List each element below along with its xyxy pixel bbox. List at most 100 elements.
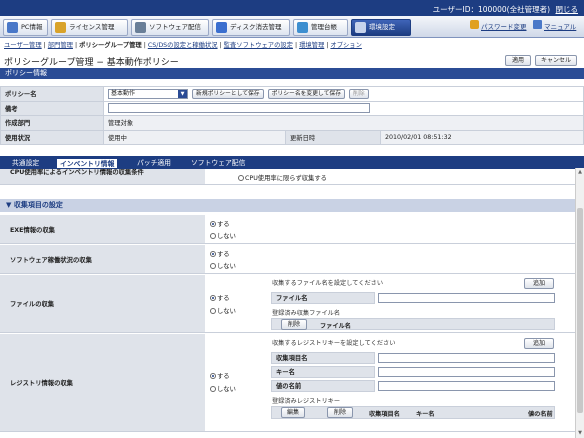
file-no-radio[interactable]: しない (210, 306, 236, 315)
menu-tab-pc-info[interactable]: PC情報 (3, 19, 48, 36)
close-link[interactable]: 閉じる (556, 4, 579, 15)
registry-collect-label: レジストリ情報の収集 (0, 334, 205, 431)
policy-name-label: ポリシー名 (0, 86, 104, 102)
exe-no-radio[interactable]: しない (210, 231, 236, 240)
file-row: ファイルの収集 する しない 収集するファイル名を設定してください 追加 ファイ… (0, 275, 575, 333)
cpu-condition-row: CPU使用率によるインベントリ情報の収集条件 CPU使用率に限らず収集する (0, 169, 575, 185)
dept-label: 作成部門 (0, 115, 104, 131)
nav-environment-management[interactable]: 環境管理 (299, 42, 324, 49)
registry-item-label: 収集項目名 (271, 352, 375, 364)
updated-value: 2010/02/01 08:51:32 (380, 129, 584, 146)
file-collect-label: ファイルの収集 (0, 275, 205, 332)
settings-tabbar: 共通設定 インベントリ情報 パッチ適用 ソフトウェア配信 (0, 156, 584, 168)
file-name-label: ファイル名 (271, 292, 375, 304)
tab-patch[interactable]: パッチ適用 (134, 158, 174, 168)
menu-tab-license[interactable]: ライセンス管理 (51, 19, 128, 36)
file-list-header (271, 318, 555, 330)
registry-item-input[interactable] (378, 353, 555, 363)
policy-name-select[interactable]: 基本動作 ▼ (108, 88, 188, 99)
dept-value: 管理対象 (103, 115, 584, 131)
user-id-label: ユーザーID：100000(全社管理者) (432, 5, 550, 14)
nav-cs-ds-settings[interactable]: CS/DSの設定と稼働状況 (148, 42, 218, 49)
status-label: 使用状況 (0, 129, 104, 146)
tab-inventory[interactable]: インベントリ情報 (56, 158, 119, 168)
registry-no-radio[interactable]: しない (210, 384, 236, 393)
chevron-down-icon: ▼ (178, 89, 187, 98)
registry-item-column: 収集項目名 (369, 411, 400, 418)
note-label: 備考 (0, 100, 104, 117)
disk-icon (216, 22, 227, 33)
cpu-condition-label: CPU使用率によるインベントリ情報の収集条件 (0, 169, 205, 184)
exe-yes-radio[interactable]: する (210, 219, 230, 228)
software-yes-radio[interactable]: する (210, 249, 230, 258)
menu-tab-software-delivery[interactable]: ソフトウェア配信 (131, 19, 209, 36)
registry-value-column: 値の名前 (528, 411, 553, 418)
scroll-up-icon[interactable]: ▲ (577, 169, 583, 176)
nav-audit-software[interactable]: 監査ソフトウェアの設定 (224, 42, 293, 49)
exe-row: EXE情報の収集 する しない (0, 215, 575, 244)
menu-tab-ledger[interactable]: 管理台帳 (293, 19, 348, 36)
cpu-any-radio[interactable]: CPU使用率に限らず収集する (238, 173, 327, 182)
registry-key-label: キー名 (271, 366, 375, 378)
registry-registered-label: 登録済みレジストリキー (272, 398, 341, 405)
menu-tab-disk-erase[interactable]: ディスク消去管理 (212, 19, 290, 36)
manual-link[interactable]: マニュアル (544, 21, 576, 31)
sub-navigation: ユーザー管理 | 部門管理 | ポリシーグループ管理 | CS/DSの設定と稼働… (4, 42, 362, 49)
main-menu-bar: PC情報 ライセンス管理 ソフトウェア配信 ディスク消去管理 管理台帳 環境設定… (0, 16, 584, 38)
page-title: ポリシーグループ管理 − 基本動作ポリシー (4, 58, 179, 68)
software-status-label: ソフトウェア稼働状況の収集 (0, 245, 205, 273)
registry-hint: 収集するレジストリキーを設定してください (272, 340, 396, 347)
cancel-button[interactable]: キャンセル (535, 55, 577, 66)
nav-user-management[interactable]: ユーザー管理 (4, 42, 42, 49)
vertical-scrollbar[interactable]: ▲ ▼ (575, 168, 584, 438)
apply-button[interactable]: 適用 (505, 55, 531, 66)
registry-key-column: キー名 (416, 411, 435, 418)
collect-section-header[interactable]: ▼ 収集項目の設定 (0, 199, 575, 212)
nav-policy-group-management: ポリシーグループ管理 (79, 42, 142, 49)
pc-icon (7, 22, 18, 33)
top-bar: ユーザーID：100000(全社管理者) 閉じる (0, 0, 584, 16)
registry-key-input[interactable] (378, 367, 555, 377)
save-as-new-policy-button[interactable]: 新規ポリシーとして保存 (192, 88, 264, 99)
inventory-scroll-area[interactable]: CPU使用率によるインベントリ情報の収集条件 CPU使用率に限らず収集する ▼ … (0, 168, 584, 438)
registry-row: レジストリ情報の収集 する しない 収集するレジストリキーを設定してください 追… (0, 334, 575, 432)
note-input[interactable] (108, 103, 370, 114)
file-name-column: ファイル名 (320, 323, 351, 330)
file-yes-radio[interactable]: する (210, 293, 230, 302)
scrollbar-thumb[interactable] (577, 208, 583, 413)
updated-label: 更新日時 (285, 129, 381, 146)
policy-info-header: ポリシー情報 (0, 68, 584, 79)
delivery-icon (135, 22, 146, 33)
file-registered-label: 登録済み収集ファイル名 (272, 310, 341, 317)
status-value: 使用中 (103, 129, 286, 146)
file-hint: 収集するファイル名を設定してください (272, 280, 384, 287)
registry-list-header (271, 406, 555, 419)
nav-options[interactable]: オプション (330, 42, 361, 49)
registry-value-input[interactable] (378, 381, 555, 391)
delete-policy-button[interactable]: 削除 (349, 88, 369, 99)
key-icon (470, 20, 479, 29)
tab-software-delivery[interactable]: ソフトウェア配信 (188, 158, 248, 168)
manual-icon (533, 20, 542, 29)
registry-add-button[interactable]: 追加 (524, 338, 554, 349)
software-no-radio[interactable]: しない (210, 261, 236, 270)
software-row: ソフトウェア稼働状況の収集 する しない (0, 245, 575, 274)
registry-edit-button[interactable]: 編集 (281, 407, 305, 418)
exe-label: EXE情報の収集 (0, 215, 205, 243)
registry-delete-button[interactable]: 削除 (327, 407, 353, 418)
tab-common-settings[interactable]: 共通設定 (9, 158, 42, 168)
scroll-down-icon[interactable]: ▼ (577, 430, 583, 437)
registry-value-label: 値の名前 (271, 380, 375, 392)
registry-yes-radio[interactable]: する (210, 371, 230, 380)
settings-icon (355, 22, 366, 33)
file-name-input[interactable] (378, 293, 555, 303)
ledger-icon (297, 22, 308, 33)
rename-and-save-button[interactable]: ポリシー名を変更して保存 (267, 88, 346, 99)
policy-info-table: ポリシー名 基本動作 ▼ 新規ポリシーとして保存 ポリシー名を変更して保存 削除 … (0, 86, 584, 146)
password-change-link[interactable]: パスワード変更 (481, 21, 527, 31)
file-add-button[interactable]: 追加 (524, 278, 554, 289)
license-icon (55, 22, 66, 33)
menu-tab-settings[interactable]: 環境設定 (351, 19, 411, 36)
file-delete-button[interactable]: 削除 (281, 319, 307, 330)
nav-department-management[interactable]: 部門管理 (48, 42, 73, 49)
